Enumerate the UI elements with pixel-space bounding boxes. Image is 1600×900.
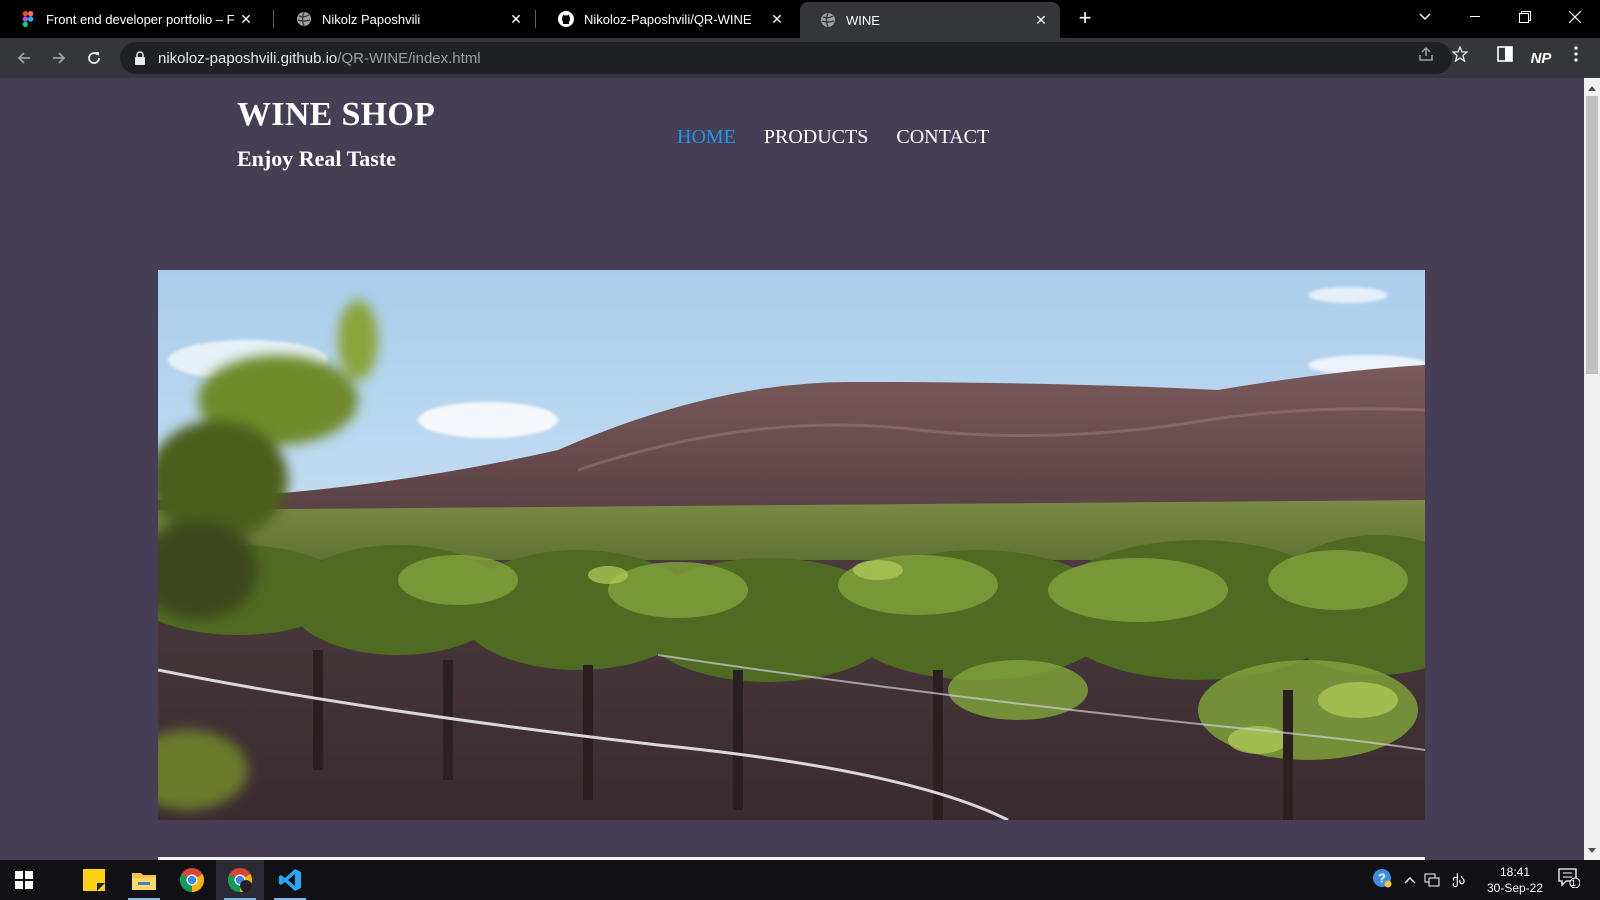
profile-avatar[interactable]: NP (1530, 48, 1552, 70)
github-icon (558, 11, 574, 27)
vineyard-illustration (158, 270, 1425, 820)
system-clock[interactable]: 18:41 30-Sep-22 (1480, 864, 1550, 896)
browser-toolbar: nikoloz-paposhvili.github.io/QR-WINE/ind… (0, 38, 1600, 78)
address-bar[interactable]: nikoloz-paposhvili.github.io/QR-WINE/ind… (120, 42, 1452, 74)
vscode-app[interactable] (266, 860, 314, 900)
browser-tab-active[interactable]: WINE ✕ (800, 2, 1060, 38)
sticky-notes-icon (83, 869, 105, 891)
menu-kebab-icon[interactable] (1568, 46, 1584, 62)
sticky-notes-app[interactable] (70, 860, 118, 900)
windows-logo-icon (15, 871, 33, 889)
chrome-icon (228, 868, 252, 892)
reload-icon (88, 52, 100, 64)
close-icon[interactable]: ✕ (768, 10, 786, 28)
arrow-left-icon (17, 52, 30, 64)
browser-tab[interactable]: Nikolz Paposhvili ✕ (276, 0, 535, 38)
scroll-down-icon[interactable] (1584, 842, 1600, 858)
site-brand: WINE SHOP (237, 96, 436, 133)
minimize-button[interactable] (1450, 0, 1500, 34)
site-tagline: Enjoy Real Taste (237, 146, 396, 171)
clock-date: 30-Sep-22 (1486, 881, 1544, 895)
close-icon (1569, 11, 1581, 23)
notification-count: 1 (1571, 878, 1577, 888)
restore-button[interactable] (1500, 0, 1550, 34)
tab-divider (535, 10, 536, 28)
nav-contact[interactable]: CONTACT (896, 126, 989, 149)
restore-icon (1519, 11, 1531, 23)
scrollbar-thumb[interactable] (1586, 96, 1598, 374)
clock-time: 18:41 (1499, 865, 1531, 879)
chrome-profile-app[interactable] (216, 860, 264, 900)
nav-products[interactable]: PRODUCTS (764, 126, 868, 149)
help-icon[interactable]: ? (1372, 869, 1392, 888)
main-nav: HOME PRODUCTS CONTACT (677, 126, 989, 149)
notification-icon[interactable]: 1 (1558, 868, 1580, 888)
arrow-right-icon (53, 52, 66, 64)
vscode-icon (279, 869, 301, 891)
reload-button[interactable] (82, 46, 106, 70)
browser-tab-strip: Front end developer portfolio – F ✕ Niko… (0, 0, 1600, 38)
chrome-app[interactable] (168, 860, 216, 900)
tab-title: Front end developer portfolio – F (46, 11, 235, 27)
tab-title: WINE (846, 12, 880, 28)
url-path: /QR-WINE/index.html (337, 49, 481, 67)
nav-home[interactable]: HOME (677, 126, 736, 149)
globe-icon (296, 11, 312, 27)
forward-button[interactable] (47, 46, 71, 70)
bookmark-star-icon[interactable] (1452, 46, 1468, 62)
close-window-button[interactable] (1550, 0, 1600, 34)
globe-icon (820, 12, 836, 28)
windows-taskbar: ? ქა 18:41 30-Sep-22 1 (0, 860, 1600, 900)
lock-icon (134, 51, 148, 65)
folder-icon (132, 873, 156, 890)
minimize-icon (1470, 16, 1480, 17)
start-button[interactable] (0, 860, 48, 900)
tab-divider (273, 10, 274, 28)
browser-tab[interactable]: Front end developer portfolio – F ✕ (0, 0, 265, 38)
url-host: nikoloz-paposhvili.github.io (158, 49, 338, 67)
scroll-up-icon[interactable] (1584, 80, 1600, 96)
close-icon[interactable]: ✕ (237, 10, 255, 28)
new-tab-button[interactable]: + (1072, 6, 1098, 32)
web-page: WINE SHOP Enjoy Real Taste HOME PRODUCTS… (0, 78, 1584, 860)
tab-title: Nikoloz-Paposhvili/QR-WINE (584, 11, 752, 27)
chrome-icon (180, 868, 204, 892)
network-icon[interactable] (1424, 872, 1440, 888)
browser-tab[interactable]: Nikoloz-Paposhvili/QR-WINE ✕ (538, 0, 796, 38)
tab-title: Nikolz Paposhvili (322, 11, 421, 27)
hero-image (158, 270, 1425, 820)
back-button[interactable] (12, 46, 36, 70)
language-indicator[interactable]: ქა (1452, 872, 1465, 888)
close-icon[interactable]: ✕ (507, 10, 525, 28)
tab-search-button[interactable] (1400, 0, 1450, 34)
figma-icon (20, 11, 36, 27)
page-scrollbar[interactable] (1584, 78, 1600, 860)
chevron-up-icon[interactable] (1404, 872, 1416, 888)
close-icon[interactable]: ✕ (1032, 11, 1050, 29)
share-icon[interactable] (1418, 46, 1434, 62)
chevron-down-icon (1419, 13, 1431, 20)
file-explorer-app[interactable] (120, 860, 168, 900)
side-panel-icon[interactable] (1497, 46, 1513, 62)
